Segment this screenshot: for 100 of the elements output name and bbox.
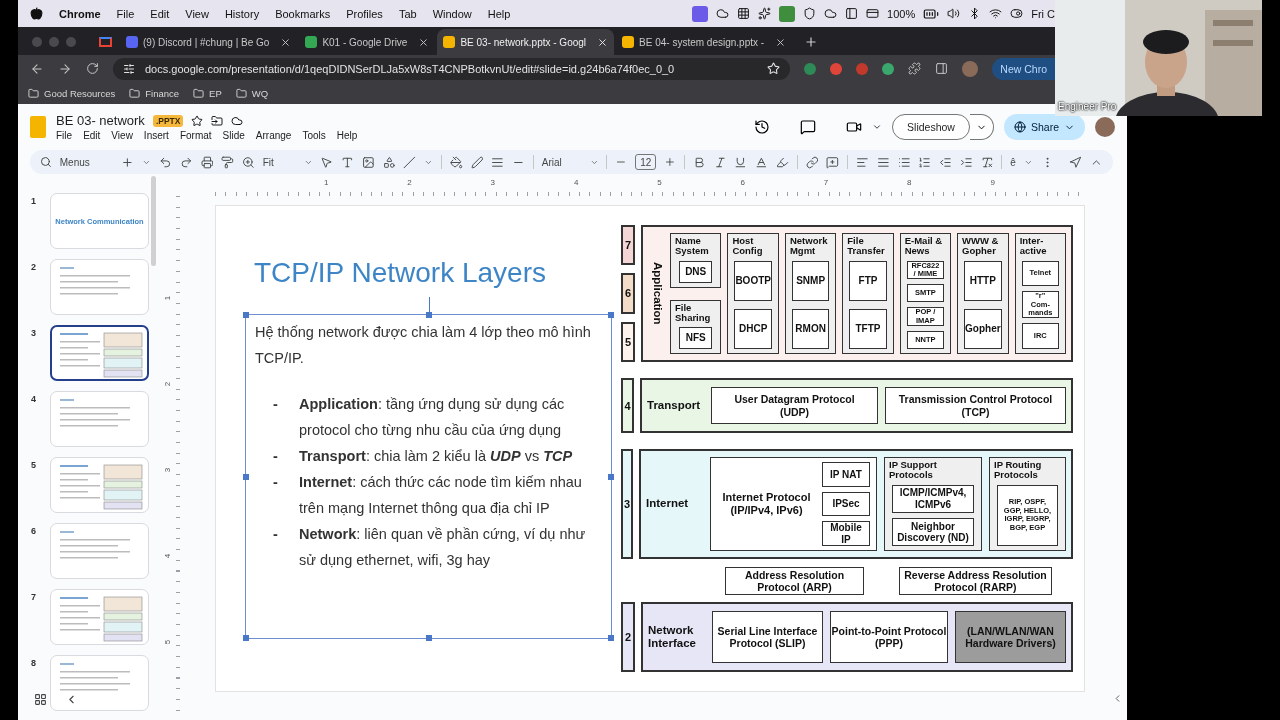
menu-item[interactable]: File (116, 7, 135, 20)
bookmark-label[interactable]: WQ (251, 87, 269, 99)
menu-item[interactable]: Arrange (255, 130, 292, 141)
menu-item[interactable]: Help (336, 130, 358, 141)
browser-tab[interactable]: BE 03- network.pptx - Googl (437, 29, 615, 55)
control-center-icon[interactable] (1010, 7, 1024, 20)
resize-handle[interactable] (243, 635, 249, 641)
bookmark-label[interactable]: Finance (145, 87, 180, 99)
menu-item[interactable]: Insert (143, 130, 169, 141)
menu-item[interactable]: Tab (398, 7, 417, 20)
resize-handle[interactable] (425, 635, 432, 641)
shield-icon[interactable] (803, 7, 817, 20)
sparkle-icon[interactable] (758, 7, 772, 20)
volume-icon[interactable] (947, 7, 961, 20)
extension-icon[interactable] (830, 62, 843, 75)
close-icon[interactable] (775, 36, 787, 48)
forward-icon[interactable] (58, 61, 72, 76)
menu-item[interactable]: View (185, 7, 209, 20)
add-comment-icon[interactable] (826, 155, 840, 169)
extensions-icon[interactable] (908, 62, 922, 75)
card-icon[interactable] (866, 7, 880, 20)
resize-handle[interactable] (608, 635, 614, 641)
close-icon[interactable] (418, 36, 430, 48)
camera-icon[interactable] (846, 119, 863, 135)
extension-icon[interactable] (882, 62, 895, 75)
menu-item[interactable]: View (111, 130, 133, 141)
resize-handle[interactable] (243, 473, 249, 480)
browser-tab[interactable]: K01 - Google Drive (299, 29, 436, 55)
clear-formatting-icon[interactable] (980, 155, 994, 169)
decrease-indent-icon[interactable] (939, 155, 952, 169)
comment-icon[interactable] (800, 119, 817, 135)
bookmark-folder[interactable]: WQ (235, 87, 269, 99)
menu-item[interactable]: Chrome (59, 7, 101, 20)
font-select[interactable]: Arial (541, 156, 562, 168)
extension-icon[interactable] (804, 62, 817, 75)
shape-icon[interactable] (382, 155, 396, 169)
select-icon[interactable] (320, 155, 334, 169)
grid-view-icon[interactable] (34, 693, 47, 706)
browser-tab[interactable]: BE 04- system design.pptx - (616, 29, 793, 55)
link-icon[interactable] (805, 155, 819, 169)
resize-handle[interactable] (608, 473, 614, 480)
bookmark-folder[interactable]: Good Resources (28, 87, 116, 99)
menu-item[interactable]: Edit (83, 130, 101, 141)
numbered-list-icon[interactable] (918, 155, 932, 169)
profile-avatar[interactable] (1095, 117, 1115, 137)
move-icon[interactable] (211, 114, 224, 127)
text-box-icon[interactable] (341, 155, 354, 169)
menu-item[interactable]: Edit (150, 7, 170, 20)
history-icon[interactable] (754, 119, 771, 135)
apple-icon[interactable] (30, 7, 43, 20)
slideshow-menu-button[interactable] (969, 114, 994, 140)
menus-search[interactable]: Menus (59, 156, 90, 168)
line-icon[interactable] (403, 155, 417, 169)
border-weight-icon[interactable] (491, 155, 505, 169)
align-icon[interactable] (856, 155, 869, 169)
input-tools[interactable]: ê (1010, 156, 1016, 168)
menu-item[interactable]: Profiles (346, 7, 383, 20)
new-slide-icon[interactable] (121, 155, 135, 169)
print-icon[interactable] (200, 155, 214, 169)
caret-icon[interactable] (872, 122, 883, 132)
app-icon[interactable] (779, 5, 796, 22)
reload-icon[interactable] (86, 62, 99, 75)
resize-handle[interactable] (608, 312, 614, 318)
fill-color-icon[interactable] (449, 155, 463, 169)
side-panel-icon[interactable] (935, 62, 949, 75)
redo-icon[interactable] (179, 155, 193, 169)
menu-item[interactable]: Format (179, 130, 212, 141)
back-icon[interactable] (30, 61, 44, 76)
cloud-icon[interactable] (824, 7, 838, 20)
share-button[interactable]: Share (1003, 114, 1085, 140)
zoom-icon[interactable] (241, 155, 255, 169)
cloud-icon[interactable] (716, 7, 730, 20)
new-chrome-button[interactable]: New Chro (992, 57, 1055, 80)
increase-size-icon[interactable] (664, 156, 676, 168)
close-icon[interactable] (597, 36, 609, 48)
line-spacing-icon[interactable] (876, 155, 890, 169)
image-icon[interactable] (361, 155, 375, 169)
resize-handle[interactable] (243, 312, 249, 318)
resize-handle[interactable] (425, 312, 432, 318)
border-color-icon[interactable] (470, 155, 484, 169)
menu-item[interactable]: Tools (302, 130, 326, 141)
bookmark-label[interactable]: Good Resources (44, 87, 116, 99)
bulleted-list-icon[interactable] (897, 155, 911, 169)
undo-icon[interactable] (159, 155, 172, 169)
wifi-icon[interactable] (989, 7, 1003, 20)
pointer-icon[interactable] (1069, 155, 1083, 169)
menu-item[interactable]: Window (432, 7, 472, 20)
menu-item[interactable]: History (224, 7, 260, 20)
menu-item[interactable]: Help (487, 7, 511, 20)
bookmark-star-icon[interactable] (767, 62, 781, 75)
increase-indent-icon[interactable] (959, 155, 973, 169)
paint-format-icon[interactable] (221, 155, 234, 169)
underline-icon[interactable] (734, 155, 748, 169)
close-icon[interactable] (280, 36, 292, 48)
italic-icon[interactable] (713, 155, 727, 169)
menu-item[interactable]: Slide (222, 130, 245, 141)
menu-item[interactable]: File (56, 130, 73, 141)
browser-tab[interactable]: (9) Discord | #chung | Be Go (120, 29, 298, 55)
font-size-field[interactable]: 12 (635, 154, 657, 170)
site-settings-icon[interactable] (123, 62, 135, 75)
